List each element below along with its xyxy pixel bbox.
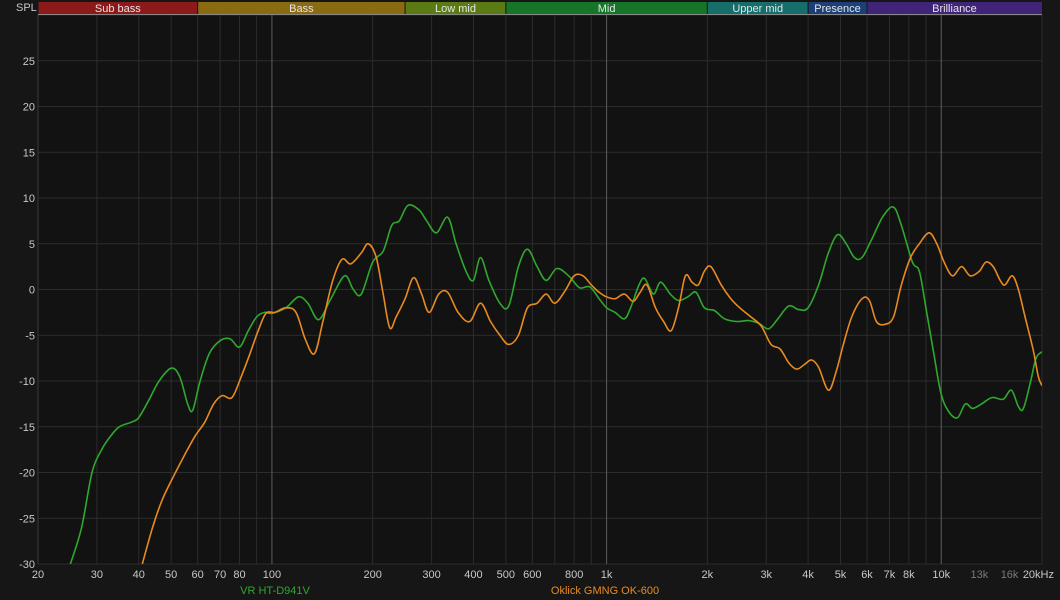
x-tick-label: 20kHz	[1023, 569, 1054, 581]
x-tick-label: 500	[497, 569, 515, 581]
y-tick-label: -5	[25, 330, 35, 342]
legend-entry-vr-ht-d941v: VR HT-D941V	[240, 585, 310, 597]
band-label-presence: Presence	[814, 3, 860, 15]
x-tick-label: 400	[464, 569, 482, 581]
x-tick-label: 3k	[760, 569, 772, 581]
y-tick-label: 15	[23, 147, 35, 159]
x-tick-label: 100	[263, 569, 281, 581]
x-tick-label: 60	[192, 569, 204, 581]
band-label-brilliance: Brilliance	[932, 3, 977, 15]
y-tick-label: -15	[19, 422, 35, 434]
x-tick-label: 80	[233, 569, 245, 581]
y-tick-label: -20	[19, 468, 35, 480]
x-tick-label: 40	[133, 569, 145, 581]
x-tick-label: 7k	[884, 569, 896, 581]
x-tick-label: 300	[422, 569, 440, 581]
x-tick-label: 6k	[861, 569, 873, 581]
x-tick-label: 13k	[971, 569, 989, 581]
y-tick-label: -25	[19, 513, 35, 525]
x-tick-label: 200	[363, 569, 381, 581]
band-label-upper-mid: Upper mid	[732, 3, 783, 15]
y-tick-label: 5	[29, 239, 35, 251]
y-tick-label: -10	[19, 376, 35, 388]
x-tick-label: 2k	[702, 569, 714, 581]
x-tick-label: 50	[165, 569, 177, 581]
x-tick-label: 5k	[835, 569, 847, 581]
x-tick-label: 4k	[802, 569, 814, 581]
band-label-low-mid: Low mid	[435, 3, 476, 15]
y-tick-label: 0	[29, 285, 35, 297]
y-tick-label: 20	[23, 102, 35, 114]
legend-entry-oklick-gmng-ok-600: Oklick GMNG OK-600	[551, 585, 659, 597]
x-tick-label: 10k	[932, 569, 950, 581]
frequency-response-chart: Sub bass Bass Low mid Mid Upper mid Presence B…	[16, 2, 1054, 597]
band-label-bass: Bass	[289, 3, 314, 15]
x-tick-label: 8k	[903, 569, 915, 581]
x-axis: 20 30 40 50 60 70 80 100 200 300 400 500 600 800 1k 2k 3…	[32, 569, 1054, 581]
x-tick-label: 16k	[1001, 569, 1019, 581]
x-tick-label: 1k	[601, 569, 613, 581]
y-tick-label: 25	[23, 56, 35, 68]
y-tick-label: 10	[23, 193, 35, 205]
x-tick-label: 70	[214, 569, 226, 581]
x-tick-label: 20	[32, 569, 44, 581]
band-label-sub-bass: Sub bass	[95, 3, 141, 15]
y-axis: 2520151050-5-10-15-20-25-30	[19, 56, 35, 571]
y-axis-label: SPL	[16, 2, 37, 14]
band-label-mid: Mid	[598, 3, 616, 15]
x-tick-label: 600	[523, 569, 541, 581]
frequency-band-bar: Sub bass Bass Low mid Mid Upper mid Presence B…	[37, 2, 1042, 15]
x-tick-label: 30	[91, 569, 103, 581]
x-tick-label: 800	[565, 569, 583, 581]
